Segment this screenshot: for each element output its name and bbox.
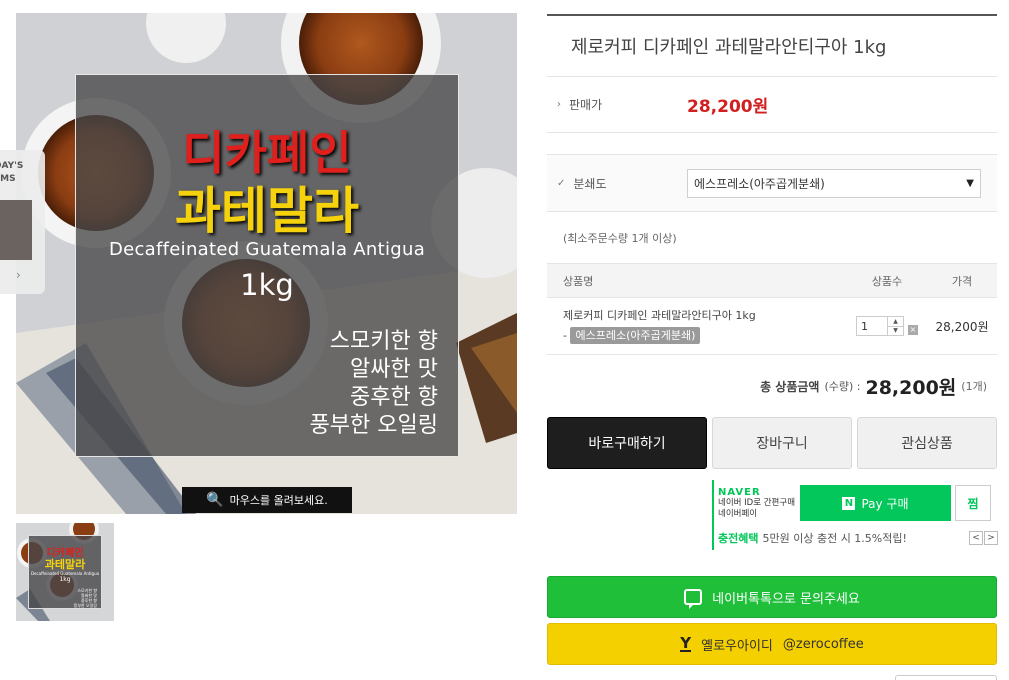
chevron-left-icon[interactable]: < [969,531,983,545]
yellow-id-icon: Y [680,634,692,652]
quantity-stepper[interactable]: 1 ▲ ▼ [856,316,904,336]
grind-select[interactable]: 에스프레소(아주곱게분쇄) ▼ [687,168,981,198]
col-header-price: 가격 [951,274,973,288]
quantity-step-buttons: ▲ ▼ [887,317,903,335]
yellow-id-name: 옐로우아이디 [701,638,773,654]
selected-items-header: 상품명 상품수 가격 [547,263,997,297]
chevron-right-icon: › [557,99,561,110]
thumb-weight: 1kg [59,576,71,583]
zoom-hint-text: 마우스를 올려보세요. [229,494,328,507]
selected-item-row: 제로커피 디카페인 과테말라안티구아 1kg - 에스프레소(아주곱게분쇄) 1… [547,297,997,355]
product-main-image[interactable]: 디카페인 과테말라 Decaffeinated Guatemala Antigu… [16,13,517,514]
naver-talktalk-button[interactable]: 네이버톡톡으로 문의주세요 [547,576,997,618]
grind-option-label-text: 분쇄도 [573,176,607,191]
wishlist-button[interactable]: 관심상품 [857,417,997,469]
yellow-id-handle: @zerocoffee [782,636,864,652]
naver-jjim-button[interactable]: 찜 [955,485,991,521]
product-info-panel: 제로커피 디카페인 과테말라안티구아 1kg › 판매가 28,200원 ✓ 분… [547,14,998,665]
selected-item-option: - 에스프레소(아주곱게분쇄) [563,326,847,346]
overlay-desc-line: 풍부한 오일링 [309,413,438,438]
selected-item-title: 제로커피 디카페인 과테말라안티구아 1kg [563,309,756,322]
total-label-qty: (수량) : [824,380,861,393]
naver-n-icon: N [842,496,856,510]
naver-pay-label: Pay 구매 [861,496,909,511]
naver-pay-brand: NAVER 네이버 ID로 간편구매 네이버페이 [714,487,800,520]
product-page: 디카페인 과테말라 Decaffeinated Guatemala Antigu… [0,0,1009,680]
overlay-desc-line: 스모키한 향 [329,329,438,354]
price-row: › 판매가 28,200원 [547,77,997,133]
magnifier-icon: 🔍 [206,492,224,508]
overlay-desc-line: 알싸한 맛 [350,357,438,382]
total-count: (1개) [961,380,987,393]
price-label-text: 판매가 [569,98,603,112]
quantity-input[interactable]: 1 [857,317,887,335]
total-row: 총 상품금액 (수량) : 28,200원 (1개) [547,355,997,417]
thumbnail-overlay: 디카페인 과테말라 Decaffeinated Guatemala Antigu… [28,535,102,609]
todays-items-label: DAY'S EMS [0,161,24,184]
decrease-qty-icon[interactable]: ▼ [888,325,903,336]
col-header-qty: 상품수 [871,274,903,288]
overlay-description: 스모키한 향 알싸한 맛 중후한 향 풍부한 오일링 [310,328,438,440]
benefit-text: 5만원 이상 충전 시 1.5%적립! [762,532,907,545]
naver-pay-top: NAVER 네이버 ID로 간편구매 네이버페이 N Pay 구매 찜 [712,480,998,526]
naver-pay-widget: NAVER 네이버 ID로 간편구매 네이버페이 N Pay 구매 찜 충전혜택… [712,480,998,550]
product-thumbnail[interactable]: 디카페인 과테말라 Decaffeinated Guatemala Antigu… [16,523,114,621]
thumb-desc-line: 풍부한 오일링 [73,603,97,608]
grind-option-row: ✓ 분쇄도 에스프레소(아주곱게분쇄) ▼ [547,154,997,212]
quantity-control: 1 ▲ ▼ × [847,316,927,336]
chat-bubble-icon [684,589,703,609]
grind-option-label: ✓ 분쇄도 [547,175,687,192]
col-header-name: 상품명 [563,274,594,288]
sale-price: 28,200원 [687,97,769,117]
price-label: › 판매가 [547,96,687,113]
buy-now-button[interactable]: 바로구매하기 [547,417,707,469]
remove-item-icon[interactable]: × [908,325,918,335]
purchase-buttons: 바로구매하기 장바구니 관심상품 [547,417,997,469]
selected-item-name: 제로커피 디카페인 과테말라안티구아 1kg - 에스프레소(아주곱게분쇄) [547,306,847,346]
total-value: 28,200원 [865,376,957,399]
naver-pay-button[interactable]: N Pay 구매 [800,485,951,521]
naver-pay-sub1: 네이버 ID로 간편구매 [718,497,796,508]
todays-item-thumbnail[interactable] [0,200,32,260]
overlay-desc-line: 중후한 향 [350,385,438,410]
talktalk-label: 네이버톡톡으로 문의주세요 [712,591,860,607]
benefit-pager: < > [969,531,998,545]
min-order-note: (최소주문수량 1개 이상) [563,231,677,245]
increase-qty-icon[interactable]: ▲ [888,317,903,326]
partial-button-edge [895,675,997,680]
grind-select-value: 에스프레소(아주곱게분쇄) [694,176,825,191]
selected-option-tag: 에스프레소(아주곱게분쇄) [570,327,701,344]
naver-pay-sub2: 네이버페이 [718,508,758,519]
overlay-weight: 1kg [240,268,294,302]
product-title-overlay: 디카페인 과테말라 Decaffeinated Guatemala Antigu… [75,74,459,457]
yellow-id-button[interactable]: Y 옐로우아이디 @zerocoffee [547,623,997,665]
thumb-title-guatemala: 과테말라 [44,558,86,571]
product-title: 제로커피 디카페인 과테말라안티구아 1kg [547,14,997,77]
dropdown-arrow-icon: ▼ [966,177,974,189]
add-to-cart-button[interactable]: 장바구니 [712,417,852,469]
option-prefix: - [563,329,567,342]
overlay-title-guatemala: 과테말라 [175,182,359,240]
benefit-label: 충전혜택 [718,532,759,545]
chevron-right-icon[interactable]: › [16,268,21,282]
naver-pay-benefit: 충전혜택 5만원 이상 충전 시 1.5%적립! < > [712,526,998,550]
total-label: 총 상품금액 [760,379,820,394]
thumb-description: 스모키한 향 알싸한 맛 중후한 향 풍부한 오일링 [74,588,97,608]
zoom-hint-bar[interactable]: 🔍 마우스를 올려보세요. [182,487,352,513]
todays-items-tab[interactable]: DAY'S EMS › [0,150,45,294]
overlay-english-name: Decaffeinated Guatemala Antigua [108,239,426,260]
chevron-right-icon[interactable]: > [984,531,998,545]
naver-logo-text: NAVER [718,486,761,498]
selected-item-price: 28,200원 [935,319,989,334]
check-icon: ✓ [557,177,566,189]
